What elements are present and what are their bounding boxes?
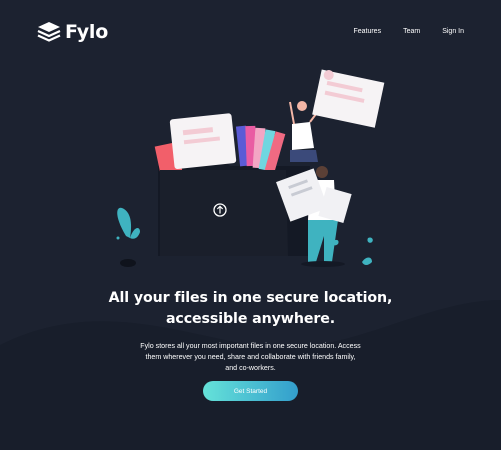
rock-left xyxy=(120,259,136,267)
hero-title-line-2: accessible anywhere. xyxy=(165,311,336,327)
leaf-right-1 xyxy=(362,257,372,265)
held-document-top xyxy=(312,69,385,128)
landing-page: Fylo Features Team Sign In All your file… xyxy=(0,0,501,450)
hero-illustration xyxy=(116,69,385,267)
paper-card-left xyxy=(169,113,237,170)
nav-link-features[interactable]: Features xyxy=(353,27,381,37)
brand-logo[interactable]: Fylo xyxy=(37,21,108,43)
hero-description-line-2: them wherever you need, share and collab… xyxy=(145,353,356,361)
leaf-right-2 xyxy=(367,237,373,243)
plant-left xyxy=(116,207,140,240)
folder-front xyxy=(160,170,288,256)
hero-title: All your files in one secure location, a… xyxy=(0,288,501,330)
hero-description-line-3: and co-workers. xyxy=(225,364,276,372)
color-swatch-fan xyxy=(235,125,286,173)
hero-title-line-1: All your files in one secure location, xyxy=(108,290,393,306)
get-started-button[interactable]: Get Started xyxy=(203,381,298,401)
stacked-layers-icon xyxy=(37,22,61,42)
brand-name: Fylo xyxy=(65,21,109,43)
main-nav: Features Team Sign In xyxy=(353,27,464,37)
nav-link-sign-in[interactable]: Sign In xyxy=(442,27,464,37)
hero-description: Fylo stores all your most important file… xyxy=(0,341,501,374)
nav-link-team[interactable]: Team xyxy=(403,27,420,37)
hero-description-line-1: Fylo stores all your most important file… xyxy=(140,342,361,350)
site-header: Fylo Features Team Sign In xyxy=(0,0,501,64)
ground-shadow xyxy=(301,261,345,267)
